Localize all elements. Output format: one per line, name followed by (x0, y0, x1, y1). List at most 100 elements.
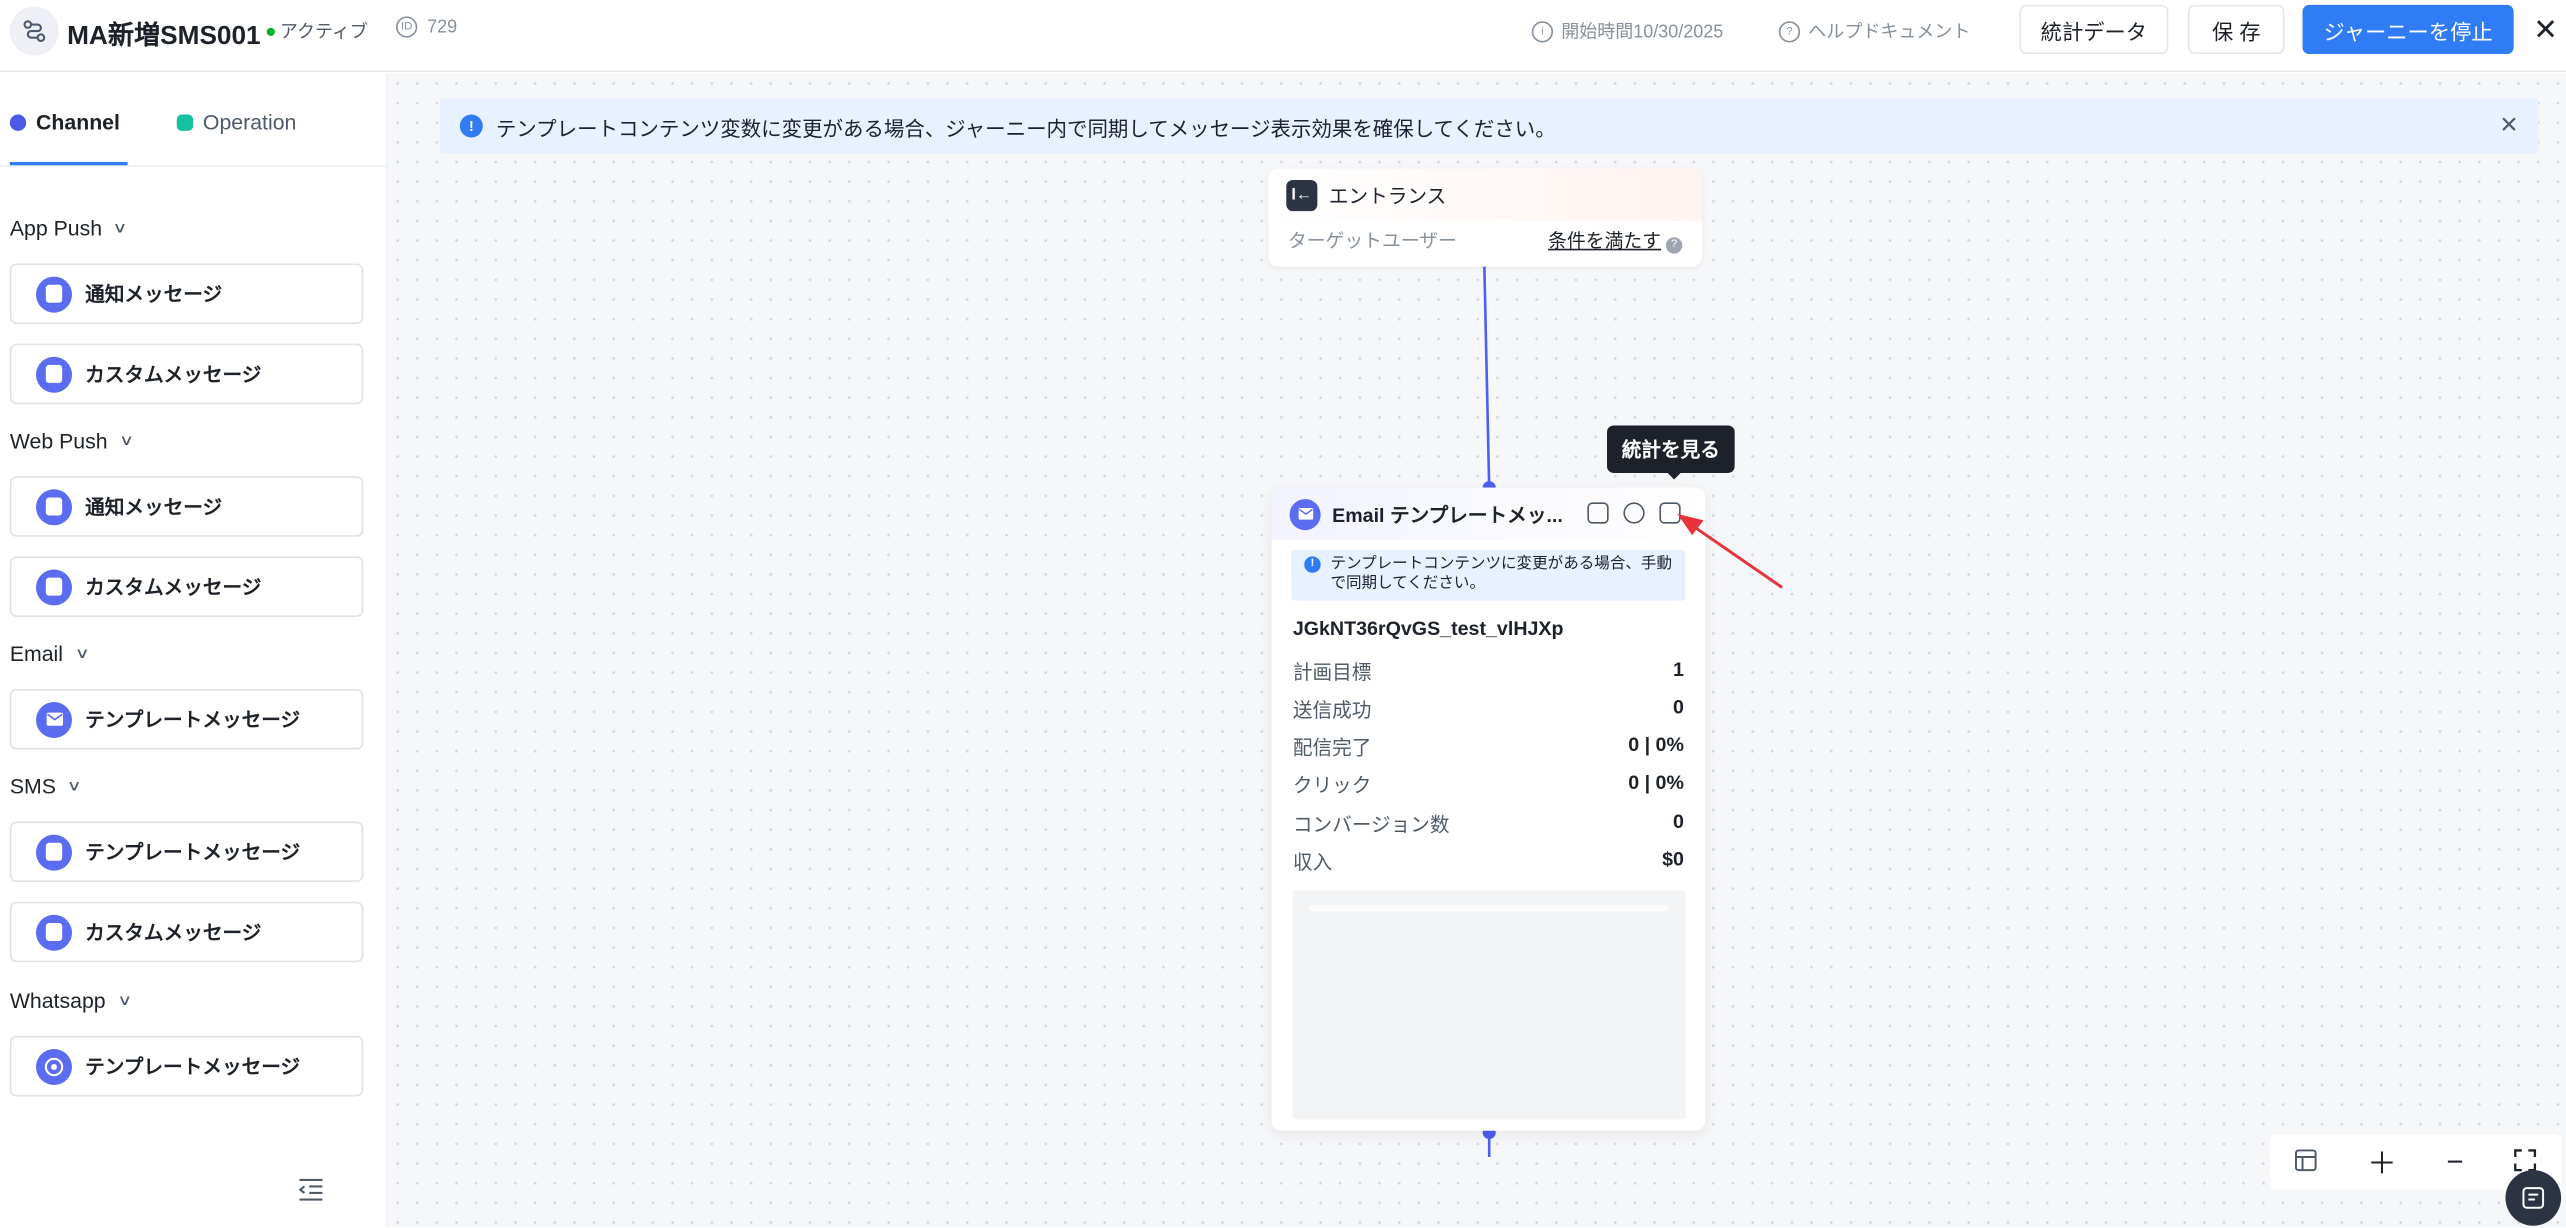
target-user-label: ターゲットユーザー (1287, 232, 1457, 253)
chevron-down-icon: ∨ (66, 777, 82, 794)
chevron-down-icon: ∨ (73, 644, 90, 662)
tab-operation-label: Operation (202, 109, 297, 135)
status-text: アクティブ (279, 22, 368, 43)
entrance-node[interactable]: I← エントランス ターゲットユーザー 条件を満たす? (1268, 168, 1702, 267)
group-app-push-label: App Push (9, 216, 103, 241)
stop-journey-button[interactable]: ジャーニーを停止 (2302, 4, 2514, 55)
stat-value: 0 | 0% (1628, 770, 1684, 794)
sidebar-item-web-push-custom[interactable]: カスタムメッセージ (9, 556, 364, 617)
stat-value: 0 (1672, 810, 1684, 833)
copy-icon[interactable] (1587, 502, 1609, 524)
layout-icon[interactable] (2295, 1145, 2318, 1179)
group-whatsapp[interactable]: Whatsapp ∨ (9, 988, 132, 1013)
sms-icon (36, 833, 73, 870)
group-sms[interactable]: SMS ∨ (9, 774, 82, 799)
sidebar-item-label: 通知メッセージ (85, 495, 223, 519)
tab-channel-label: Channel (36, 109, 120, 135)
mobile-notification-icon (36, 275, 73, 312)
group-app-push[interactable]: App Push ∨ (9, 216, 129, 241)
chevron-down-icon: ∨ (118, 432, 134, 449)
stats-chart-placeholder (1292, 890, 1686, 1120)
email-template-node[interactable]: Email テンプレートメッ... ! テンプレートコンテンツに変更がある場合、… (1271, 487, 1706, 1131)
start-time-text: 開始時間10/30/2025 (1561, 22, 1724, 43)
entrance-icon: I← (1286, 179, 1318, 211)
top-bar: MA新増SMS001 アクティブ ID 729 i 開始時間10/30/2025… (0, 0, 2566, 73)
channel-tab-icon (9, 113, 27, 131)
web-notification-icon (36, 488, 73, 525)
edit-icon (36, 913, 73, 950)
entrance-target-row: ターゲットユーザー 条件を満たす? (1268, 221, 1702, 254)
stat-row: クリック 0 | 0% (1293, 771, 1684, 799)
sidebar-item-sms-custom[interactable]: カスタムメッセージ (9, 901, 364, 963)
stat-label: 収入 (1292, 850, 1333, 874)
sync-note-text: テンプレートコンテンツに変更がある場合、手動で同期してください。 (1330, 554, 1673, 593)
stat-label: 配信完了 (1292, 736, 1372, 760)
stat-label: コンバージョン数 (1292, 813, 1450, 837)
operation-tab-icon (176, 113, 194, 131)
annotation-arrow-icon (1677, 513, 1783, 589)
group-email[interactable]: Email ∨ (9, 641, 90, 667)
info-icon: ! (1304, 556, 1321, 573)
stat-label: 計画目標 (1292, 661, 1372, 685)
sidebar-item-email-template[interactable]: テンプレートメッセージ (9, 688, 364, 750)
stat-row: コンバージョン数 0 (1293, 810, 1684, 838)
condition-link[interactable]: 条件を満たす (1548, 232, 1661, 252)
sidebar-item-app-push-custom[interactable]: カスタムメッセージ (9, 343, 364, 405)
stat-label: 送信成功 (1292, 698, 1372, 722)
sidebar-item-label: テンプレートメッセージ (85, 841, 301, 865)
entrance-title: エントランス (1328, 184, 1447, 208)
tab-operation[interactable]: Operation (176, 109, 297, 135)
active-tab-indicator (9, 162, 128, 166)
zoom-in-icon[interactable]: ＋ (2367, 1141, 2396, 1184)
sidebar-item-label: 通知メッセージ (85, 283, 223, 307)
mail-icon (1289, 498, 1321, 530)
whatsapp-icon (36, 1048, 73, 1085)
sidebar-item-app-push-notification[interactable]: 通知メッセージ (9, 263, 364, 325)
help-icon[interactable]: ? (1665, 237, 1683, 254)
stat-value: 0 | 0% (1628, 733, 1684, 757)
sidebar-item-whatsapp-template[interactable]: テンプレートメッセージ (9, 1035, 364, 1097)
help-icon: ? (1778, 20, 1801, 42)
settings-icon[interactable] (1623, 502, 1645, 524)
close-icon[interactable]: ✕ (2533, 13, 2558, 47)
id-icon: ID (396, 16, 418, 38)
group-sms-label: SMS (9, 774, 56, 799)
chevron-down-icon: ∨ (116, 991, 132, 1009)
journey-canvas[interactable]: ! テンプレートコンテンツ変数に変更がある場合、ジャーニー内で同期してメッセージ… (387, 73, 2566, 1228)
stat-row: 計画目標 1 (1293, 658, 1684, 686)
chevron-down-icon: ∨ (113, 219, 129, 236)
assistant-icon[interactable] (2505, 1170, 2562, 1226)
group-email-label: Email (9, 641, 64, 667)
zoom-out-icon[interactable]: − (2446, 1145, 2463, 1179)
save-button[interactable]: 保 存 (2187, 4, 2285, 55)
group-web-push[interactable]: Web Push ∨ (10, 429, 134, 454)
tooltip-arrow (1665, 471, 1683, 480)
sync-note: ! テンプレートコンテンツに変更がある場合、手動で同期してください。 (1291, 549, 1686, 601)
template-name: JGkNT36rQvGS_test_vlHJXp (1292, 616, 1564, 640)
entrance-header: I← エントランス (1268, 168, 1702, 221)
journey-title: MA新増SMS001 (67, 22, 261, 51)
sidebar-item-sms-template[interactable]: テンプレートメッセージ (9, 821, 364, 883)
sidebar-item-label: テンプレートメッセージ (85, 1055, 301, 1079)
tab-channel[interactable]: Channel (9, 109, 120, 135)
view-stats-tooltip: 統計を見る (1607, 425, 1735, 473)
sidebar-item-label: テンプレートメッセージ (85, 708, 301, 732)
collapse-sidebar-icon[interactable] (298, 1178, 324, 1206)
group-whatsapp-label: Whatsapp (9, 988, 106, 1013)
journey-logo-icon (9, 6, 59, 56)
document-icon (36, 355, 73, 392)
info-icon: i (1531, 20, 1554, 42)
stat-value: $0 (1662, 847, 1684, 871)
status-badge: アクティブ (266, 18, 368, 44)
help-doc-link[interactable]: ? ヘルプドキュメント (1778, 18, 1970, 44)
stat-row: 配信完了 0 | 0% (1293, 733, 1684, 761)
sidebar-item-web-push-notification[interactable]: 通知メッセージ (9, 476, 364, 537)
stat-value: 0 (1672, 695, 1684, 719)
stats-data-button[interactable]: 統計データ (2019, 4, 2169, 55)
mail-icon (36, 701, 73, 738)
message-icon (36, 568, 73, 605)
stat-row: 送信成功 0 (1293, 696, 1684, 724)
start-time: i 開始時間10/30/2025 (1531, 18, 1724, 44)
journey-id: ID 729 (396, 16, 457, 38)
email-node-title: Email テンプレートメッ... (1332, 503, 1563, 527)
